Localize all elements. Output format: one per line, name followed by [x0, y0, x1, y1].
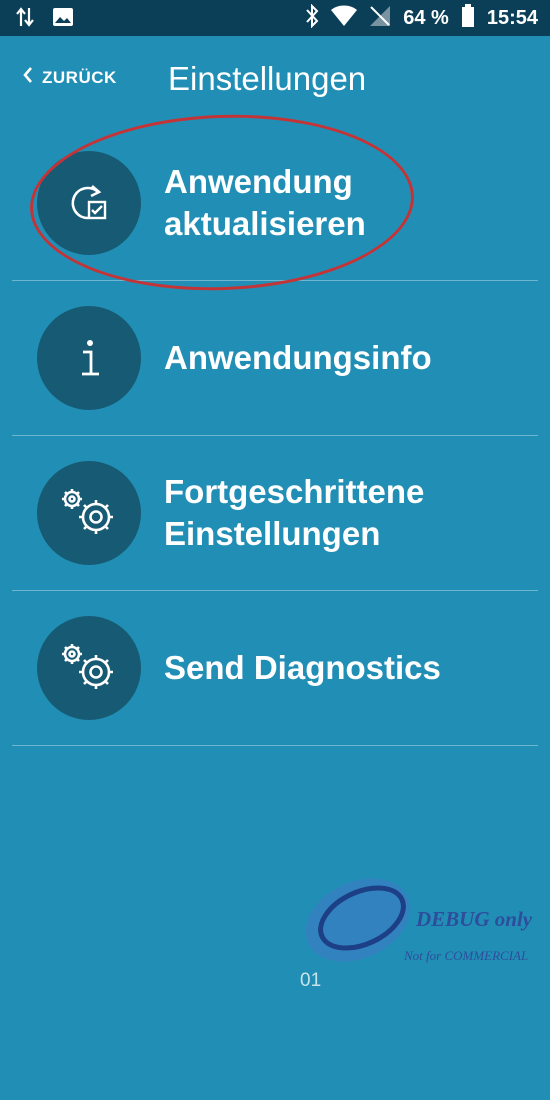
watermark-line1: DEBUG only — [415, 907, 533, 931]
update-check-icon — [37, 151, 141, 255]
send-diagnostics-item[interactable]: Send Diagnostics — [12, 591, 538, 746]
gears-icon — [37, 461, 141, 565]
no-signal-icon — [369, 5, 391, 32]
battery-icon — [461, 4, 475, 33]
info-icon — [37, 306, 141, 410]
gears-icon — [37, 616, 141, 720]
advanced-settings-item[interactable]: Fortgeschrittene Einstellungen — [12, 436, 538, 591]
image-icon — [52, 7, 74, 32]
status-bar: 64 % 15:54 — [0, 0, 550, 36]
app-header: ZURÜCK Einstellungen — [0, 36, 550, 126]
page-title: Einstellungen — [168, 60, 367, 97]
watermark-line2: Not for COMMERCIAL — [403, 948, 528, 963]
item-label: Anwendungsinfo — [164, 339, 432, 376]
item-label: Anwendung aktualisieren — [164, 163, 366, 242]
item-label: Fortgeschrittene Einstellungen — [164, 473, 425, 552]
page-number: 01 — [300, 970, 322, 991]
wifi-icon — [331, 5, 358, 32]
data-transfer-icon — [16, 6, 34, 33]
application-info-item[interactable]: Anwendungsinfo — [12, 281, 538, 436]
settings-list: Anwendung aktualisieren Anwendungsinfo F… — [12, 126, 538, 746]
debug-watermark: DEBUG only Not for COMMERCIAL — [300, 868, 550, 968]
bluetooth-icon — [305, 3, 319, 33]
back-label: ZURÜCK — [42, 67, 117, 87]
chevron-left-icon — [22, 66, 34, 89]
update-application-item[interactable]: Anwendung aktualisieren — [12, 126, 538, 281]
clock: 15:54 — [486, 7, 538, 29]
battery-percent: 64 % — [403, 7, 449, 29]
item-label: Send Diagnostics — [164, 649, 441, 686]
back-button[interactable]: ZURÜCK — [22, 66, 117, 89]
